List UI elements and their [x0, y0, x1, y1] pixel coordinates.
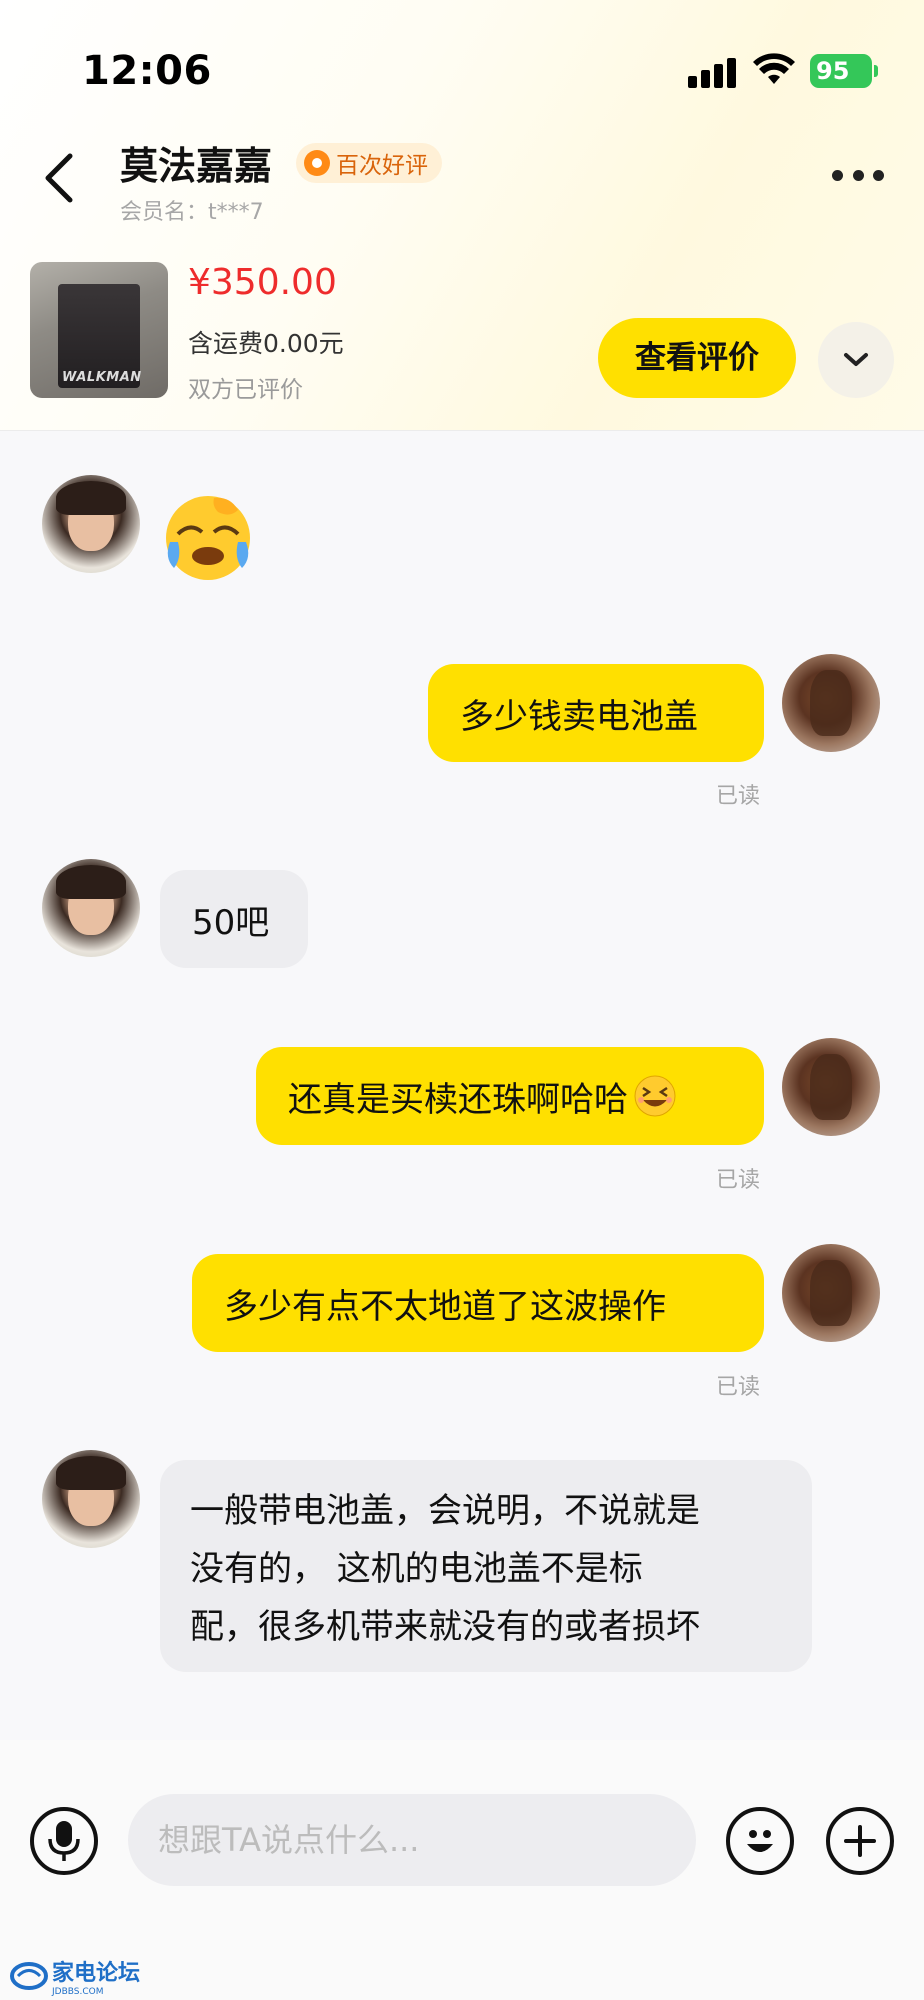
- message-bubble-received[interactable]: 50吧: [160, 870, 308, 968]
- rating-badge: 百次好评: [296, 143, 442, 183]
- member-id: 会员名：t***7: [120, 200, 264, 225]
- battery-level: 95: [816, 57, 850, 85]
- cellular-signal-icon: [688, 56, 738, 88]
- crying-laughing-emoji: [166, 496, 250, 580]
- more-actions-button[interactable]: [826, 1807, 894, 1875]
- microphone-icon: [48, 1821, 80, 1861]
- message-input[interactable]: [128, 1794, 696, 1886]
- read-receipt: 已读: [716, 1375, 761, 1400]
- contact-avatar[interactable]: [42, 1450, 140, 1548]
- watermark-text: 家电论坛: [52, 1961, 141, 1986]
- my-avatar[interactable]: [782, 1244, 880, 1342]
- plus-icon: [844, 1825, 876, 1857]
- view-review-button[interactable]: 查看评价: [598, 318, 796, 398]
- message-bubble-sent[interactable]: 还真是买椟还珠啊哈哈: [256, 1047, 764, 1145]
- voice-input-button[interactable]: [30, 1807, 98, 1875]
- contact-avatar[interactable]: [42, 859, 140, 957]
- smiley-icon: [747, 1830, 773, 1852]
- my-avatar[interactable]: [782, 1038, 880, 1136]
- read-receipt: 已读: [716, 784, 761, 809]
- message-bubble-sent[interactable]: 多少钱卖电池盖: [428, 664, 764, 762]
- status-time: 12:06: [82, 48, 212, 94]
- review-status: 双方已评价: [188, 377, 303, 403]
- header-divider: [0, 430, 924, 431]
- contact-avatar[interactable]: [42, 475, 140, 573]
- contact-nickname: 莫法嘉嘉: [120, 144, 273, 188]
- message-bubble-received[interactable]: 一般带电池盖，会说明，不说就是 没有的， 这机的电池盖不是标 配，很多机带来就没…: [160, 1460, 812, 1672]
- wifi-icon: [753, 53, 795, 84]
- message-bubble-sent[interactable]: 多少有点不太地道了这波操作: [192, 1254, 764, 1352]
- product-image[interactable]: WALKMAN: [30, 262, 168, 398]
- more-options-icon[interactable]: [832, 170, 884, 184]
- message-line: 配，很多机带来就没有的或者损坏: [190, 1607, 700, 1647]
- badge-medal-icon: [304, 150, 330, 176]
- grinning-squint-emoji: [634, 1075, 676, 1117]
- watermark-sub: JDBBS.COM: [52, 1987, 104, 1997]
- expand-button[interactable]: [818, 322, 894, 398]
- my-avatar[interactable]: [782, 654, 880, 752]
- message-line: 一般带电池盖，会说明，不说就是: [190, 1491, 700, 1531]
- back-arrow-icon[interactable]: [40, 148, 80, 208]
- badge-label: 百次好评: [336, 153, 428, 179]
- message-line: 没有的， 这机的电池盖不是标: [190, 1549, 643, 1589]
- read-receipt: 已读: [716, 1168, 761, 1193]
- emoji-button[interactable]: [726, 1807, 794, 1875]
- shipping-info: 含运费0.00元: [188, 329, 344, 358]
- battery-indicator: 95: [810, 54, 878, 88]
- product-image-brand: WALKMAN: [62, 370, 142, 385]
- forum-watermark: 家电论坛 JDBBS.COM: [10, 1956, 141, 1997]
- product-price: ¥350.00: [188, 262, 337, 303]
- chevron-down-icon: [844, 353, 868, 366]
- forum-logo-icon: [10, 1962, 48, 1990]
- message-text: 还真是买椟还珠啊哈哈: [288, 1079, 628, 1120]
